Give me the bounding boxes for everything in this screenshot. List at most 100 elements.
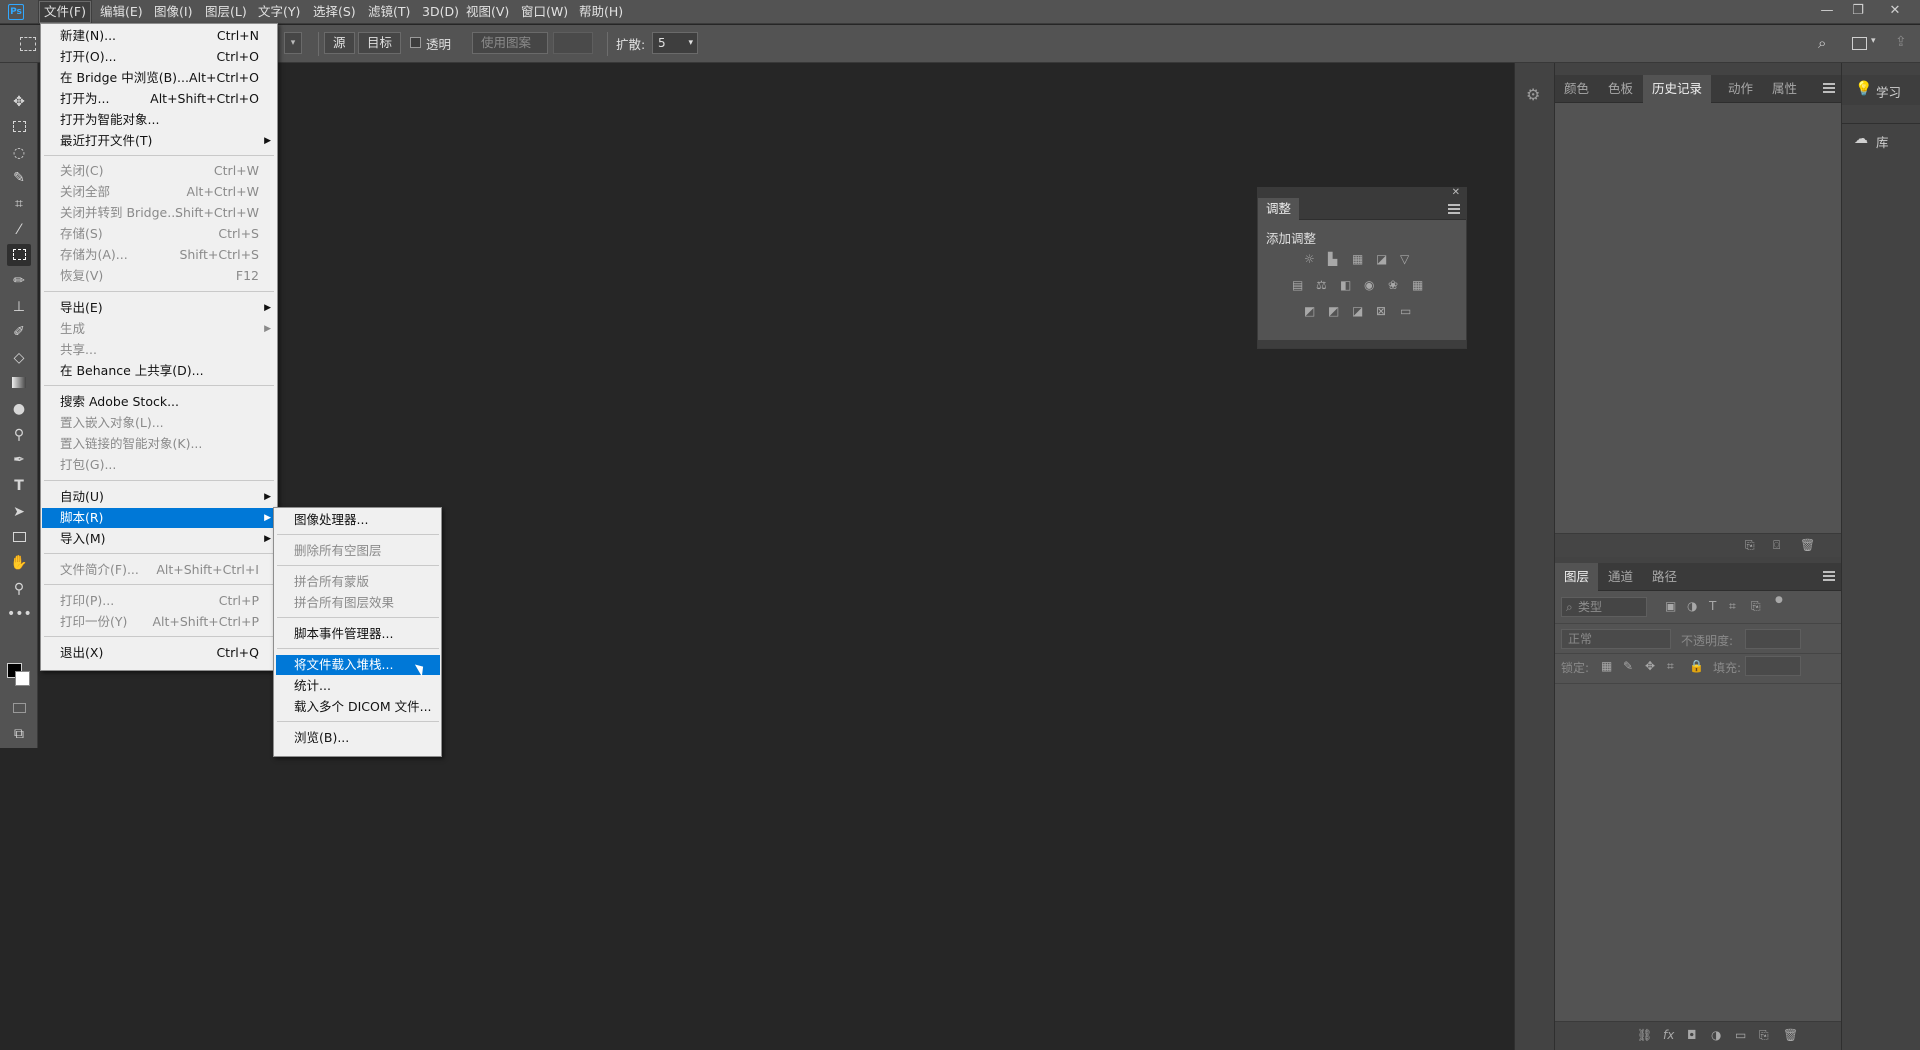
menu-item-place-linked[interactable]: 置入链接的智能对象(K)...: [42, 434, 277, 454]
chevron-down-icon[interactable]: ▾: [1871, 36, 1876, 46]
gradient-tool-icon[interactable]: [7, 372, 31, 394]
quick-selection-tool-icon[interactable]: ✎: [7, 167, 31, 189]
tab-paths[interactable]: 路径: [1643, 563, 1686, 591]
patch-tool-icon[interactable]: [20, 37, 36, 51]
use-pattern-button[interactable]: 使用图案: [472, 32, 548, 54]
fx-icon[interactable]: fx: [1663, 1028, 1674, 1042]
channel-mixer-icon[interactable]: ❀: [1388, 278, 1398, 292]
restore-button[interactable]: ❐: [1843, 0, 1873, 22]
menu-item-place-embedded[interactable]: 置入嵌入对象(L)...: [42, 413, 277, 433]
lock-artboard-icon[interactable]: ⌗: [1667, 659, 1674, 674]
blur-tool-icon[interactable]: ●: [7, 398, 31, 420]
brush-settings-icon[interactable]: ⚙: [1526, 85, 1540, 104]
libraries-button[interactable]: ☁ 库: [1842, 125, 1920, 155]
chevron-down-icon[interactable]: ▾: [284, 32, 302, 54]
tab-history[interactable]: 历史记录: [1643, 75, 1712, 103]
menu-select[interactable]: 选择(S): [307, 0, 362, 24]
menu-item-revert[interactable]: 恢复(V) F12: [42, 266, 277, 286]
menu-help[interactable]: 帮助(H): [573, 0, 629, 24]
dodge-tool-icon[interactable]: ⚲: [7, 424, 31, 446]
tab-color[interactable]: 颜色: [1555, 75, 1598, 103]
type-tool-icon[interactable]: T: [7, 475, 31, 497]
background-color-swatch[interactable]: [15, 671, 30, 686]
gradient-map-icon[interactable]: ▭: [1400, 304, 1411, 318]
menu-item-new[interactable]: 新建(N)... Ctrl+N: [42, 26, 277, 46]
panel-menu-icon[interactable]: [1823, 83, 1835, 93]
type-layer-filter-icon[interactable]: T: [1709, 599, 1716, 613]
clone-stamp-tool-icon[interactable]: ⊥: [7, 296, 31, 318]
trash-icon[interactable]: 🗑: [1800, 538, 1815, 552]
menu-item-browse[interactable]: 浏览(B)...: [276, 728, 440, 748]
move-tool-icon[interactable]: ✥: [7, 91, 31, 113]
menu-item-search-adobe-stock[interactable]: 搜索 Adobe Stock...: [42, 392, 277, 412]
add-mask-icon[interactable]: ◘: [1687, 1028, 1697, 1042]
menu-window[interactable]: 窗口(W): [515, 0, 574, 24]
menu-item-close[interactable]: 关闭(C) Ctrl+W: [42, 161, 277, 181]
new-group-icon[interactable]: ▭: [1735, 1028, 1746, 1042]
menu-3d[interactable]: 3D(D): [416, 0, 465, 24]
menu-view[interactable]: 视图(V): [460, 0, 515, 24]
menu-item-share[interactable]: 共享...: [42, 340, 277, 360]
menu-layer[interactable]: 图层(L): [199, 0, 253, 24]
selective-color-icon[interactable]: ⊠: [1376, 304, 1386, 318]
menu-image[interactable]: 图像(I): [148, 0, 198, 24]
menu-item-generate[interactable]: 生成 ▶: [42, 319, 277, 339]
pattern-picker[interactable]: [553, 32, 593, 54]
photo-filter-icon[interactable]: ◉: [1364, 278, 1374, 292]
fill-input[interactable]: [1745, 656, 1801, 676]
diffusion-select[interactable]: 5 ▾: [652, 32, 698, 54]
workspace-icon[interactable]: [1852, 37, 1867, 50]
lock-pixels-icon[interactable]: ✎: [1623, 659, 1633, 673]
new-layer-icon[interactable]: ⎘: [1759, 1028, 1769, 1043]
menu-item-delete-empty-layers[interactable]: 删除所有空图层: [276, 541, 440, 561]
smart-object-filter-icon[interactable]: ⎘: [1751, 599, 1761, 614]
lock-transparent-icon[interactable]: ▦: [1601, 659, 1612, 673]
tab-swatches[interactable]: 色板: [1599, 75, 1642, 103]
panel-header-strip[interactable]: [1258, 188, 1466, 198]
menu-item-package[interactable]: 打包(G)...: [42, 455, 277, 475]
color-balance-icon[interactable]: ⚖: [1316, 278, 1327, 292]
menu-item-save-as[interactable]: 存储为(A)... Shift+Ctrl+S: [42, 245, 277, 265]
menu-item-share-on-behance[interactable]: 在 Behance 上共享(D)...: [42, 361, 277, 381]
opacity-input[interactable]: [1745, 629, 1801, 649]
menu-item-script-events-manager[interactable]: 脚本事件管理器...: [276, 624, 440, 644]
link-layers-icon[interactable]: ⛓: [1637, 1028, 1652, 1042]
menu-item-open-recent[interactable]: 最近打开文件(T) ▶: [42, 131, 277, 151]
transparent-checkbox[interactable]: [410, 37, 421, 48]
lasso-tool-icon[interactable]: ◌: [7, 142, 31, 164]
menu-item-open-as-smart-object[interactable]: 打开为智能对象...: [42, 110, 277, 130]
trash-icon[interactable]: 🗑: [1783, 1028, 1798, 1042]
new-document-from-state-icon[interactable]: ⎘: [1745, 538, 1755, 553]
threshold-icon[interactable]: ◪: [1352, 304, 1363, 318]
pen-tool-icon[interactable]: ✒: [7, 449, 31, 471]
brush-tool-icon[interactable]: ✏: [7, 270, 31, 292]
hand-tool-icon[interactable]: ✋: [7, 552, 31, 574]
invert-icon[interactable]: ◩: [1304, 304, 1315, 318]
panel-menu-icon[interactable]: [1448, 204, 1460, 214]
learn-button[interactable]: 💡 学习: [1842, 75, 1920, 105]
menu-item-open[interactable]: 打开(O)... Ctrl+O: [42, 47, 277, 67]
menu-item-open-as[interactable]: 打开为... Alt+Shift+Ctrl+O: [42, 89, 277, 109]
quick-mask-icon[interactable]: [7, 697, 31, 719]
menu-item-browse-in-bridge[interactable]: 在 Bridge 中浏览(B)... Alt+Ctrl+O: [42, 68, 277, 88]
menu-item-print[interactable]: 打印(P)... Ctrl+P: [42, 591, 277, 611]
menu-item-image-processor[interactable]: 图像处理器...: [276, 510, 440, 530]
black-white-icon[interactable]: ◧: [1340, 278, 1351, 292]
filter-toggle-icon[interactable]: ●: [1775, 595, 1783, 605]
menu-item-file-info[interactable]: 文件简介(F)... Alt+Shift+Ctrl+I: [42, 560, 277, 580]
tab-layers[interactable]: 图层: [1555, 563, 1599, 591]
adjustment-layer-filter-icon[interactable]: ◑: [1687, 599, 1697, 613]
curves-icon[interactable]: ▦: [1352, 252, 1363, 266]
exposure-icon[interactable]: ◪: [1376, 252, 1387, 266]
more-tools-icon[interactable]: •••: [7, 603, 32, 625]
target-button[interactable]: 目标: [358, 32, 402, 54]
lock-position-icon[interactable]: ✥: [1645, 659, 1655, 673]
zoom-tool-icon[interactable]: ⚲: [7, 578, 31, 600]
close-button[interactable]: ✕: [1880, 0, 1910, 22]
path-selection-tool-icon[interactable]: ➤: [7, 501, 31, 523]
menu-filter[interactable]: 滤镜(T): [362, 0, 416, 24]
menu-item-flatten-masks[interactable]: 拼合所有蒙版: [276, 572, 440, 592]
posterize-icon[interactable]: ◩: [1328, 304, 1339, 318]
shape-layer-filter-icon[interactable]: ⌗: [1729, 599, 1736, 614]
menu-item-scripts[interactable]: 脚本(R) ▶: [42, 508, 277, 528]
